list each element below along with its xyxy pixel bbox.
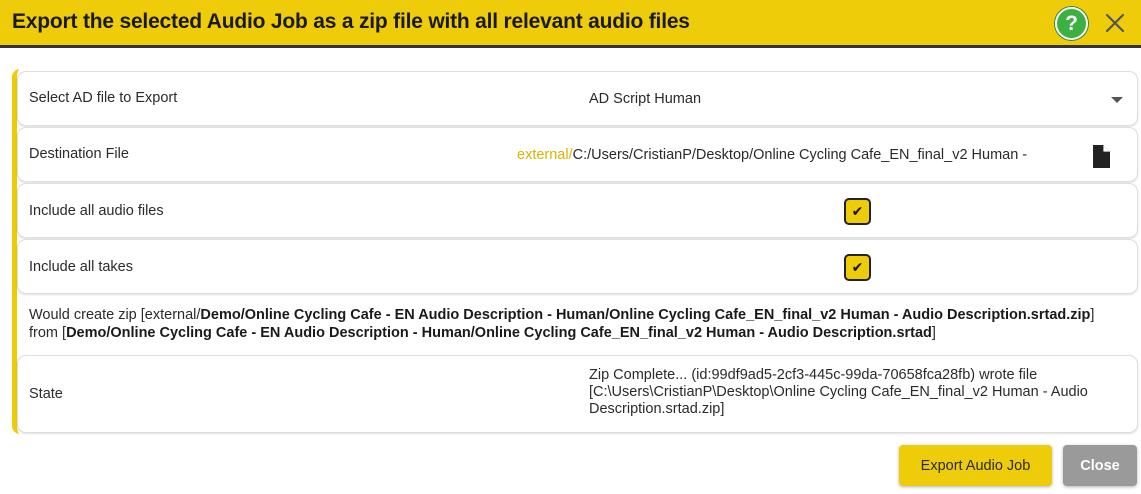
close-icon[interactable] <box>1103 11 1127 35</box>
include-audio-row: Include all audio files ✔ <box>17 183 1138 238</box>
state-label: State <box>29 386 63 402</box>
zip-info-text: Would create zip [external/Demo/Online C… <box>29 306 1129 342</box>
state-row: State Zip Complete... (id:99df9ad5-2cf3-… <box>17 355 1138 433</box>
dialog-title: Export the selected Audio Job as a zip f… <box>12 10 690 33</box>
checkmark-icon: ✔ <box>851 259 864 275</box>
include-takes-row: Include all takes ✔ <box>17 239 1138 294</box>
dialog-titlebar: Export the selected Audio Job as a zip f… <box>0 0 1141 48</box>
export-audio-job-button[interactable]: Export Audio Job <box>899 445 1052 486</box>
zip-target-line: Would create zip [external/Demo/Online C… <box>29 307 1095 323</box>
destination-file-label: Destination File <box>29 146 129 162</box>
include-takes-checkbox[interactable]: ✔ <box>844 254 871 281</box>
file-icon[interactable] <box>1092 145 1110 168</box>
close-button[interactable]: Close <box>1063 445 1137 486</box>
include-audio-label: Include all audio files <box>29 203 164 219</box>
include-takes-label: Include all takes <box>29 259 133 275</box>
checkmark-icon: ✔ <box>851 203 864 219</box>
destination-path-text: C:/Users/CristianP/Desktop/Online Cyclin… <box>572 147 1028 163</box>
help-icon[interactable]: ? <box>1055 7 1088 40</box>
destination-file-path[interactable]: external/C:/Users/CristianP/Desktop/Onli… <box>517 147 1027 163</box>
include-audio-checkbox[interactable]: ✔ <box>844 198 871 225</box>
dropdown-caret-icon[interactable] <box>1111 97 1123 103</box>
destination-file-row: Destination File external/C:/Users/Crist… <box>17 127 1138 182</box>
destination-prefix: external/ <box>517 147 573 163</box>
zip-source-line: from [Demo/Online Cycling Cafe - EN Audi… <box>29 325 936 341</box>
select-ad-file-row[interactable]: Select AD file to Export AD Script Human <box>17 71 1138 126</box>
select-ad-file-label: Select AD file to Export <box>29 90 178 106</box>
select-ad-file-value[interactable]: AD Script Human <box>589 91 701 107</box>
state-value: Zip Complete... (id:99df9ad5-2cf3-445c-9… <box>589 367 1088 417</box>
